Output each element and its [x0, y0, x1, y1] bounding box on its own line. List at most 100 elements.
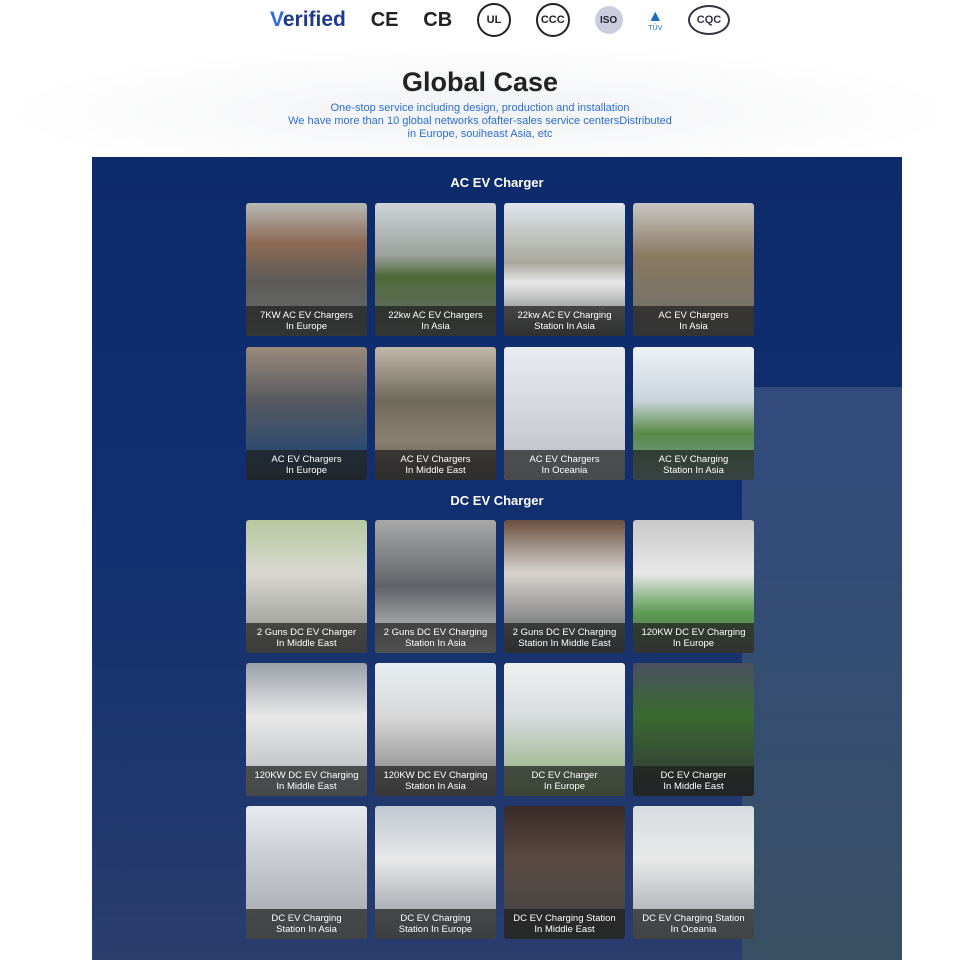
dc-case-card[interactable]: DC EV Charging Station In Europe [375, 806, 496, 939]
caption-line: Station In Asia [405, 638, 466, 649]
certification-logos: Verified CE CB UL CCC ISO ▲ TÜV CQC [270, 0, 730, 40]
caption-line: 22kw AC EV Chargers [388, 310, 483, 321]
case-caption: 2 Guns DC EV Charging Station In Middle E… [504, 623, 625, 653]
caption-line: 2 Guns DC EV Charging [512, 627, 617, 638]
case-caption: DC EV Charging Station In Europe [375, 909, 496, 939]
ac-case-card[interactable]: 22kw AC EV Charging Station In Asia [504, 203, 625, 336]
ac-case-card[interactable]: AC EV Chargers In Asia [633, 203, 754, 336]
caption-line: Station In Asia [405, 781, 466, 792]
case-caption: AC EV Chargers In Oceania [504, 450, 625, 480]
dc-case-card[interactable]: DC EV Charging Station In Middle East [504, 806, 625, 939]
caption-line: In Middle East [663, 781, 724, 792]
caption-line: In Europe [285, 465, 328, 476]
case-caption: DC EV Charging Station In Asia [246, 909, 367, 939]
cqc-logo: CQC [688, 5, 730, 35]
caption-line: 2 Guns DC EV Charging [383, 627, 488, 638]
page-title: Global Case [401, 67, 559, 97]
tuv-label: TÜV [648, 24, 663, 32]
dc-case-card[interactable]: DC EV Charger In Middle East [633, 663, 754, 796]
caption-line: DC EV Charging [271, 913, 342, 924]
case-caption: DC EV Charger In Europe [504, 766, 625, 796]
dc-case-card[interactable]: 120KW DC EV Charging Station In Asia [375, 663, 496, 796]
caption-line: In Europe [672, 638, 715, 649]
caption-line: AC EV Chargers [658, 310, 729, 321]
ce-logo: CE [370, 8, 399, 31]
dc-section-title: DC EV Charger [450, 493, 544, 508]
case-caption: DC EV Charging Station In Middle East [504, 909, 625, 939]
tuv-triangle-icon: ▲ [647, 7, 664, 25]
case-caption: DC EV Charging Station In Oceania [633, 909, 754, 939]
caption-line: AC EV Chargers [271, 454, 342, 465]
ac-case-card[interactable]: 22kw AC EV Chargers In Asia [375, 203, 496, 336]
dc-case-card[interactable]: 120KW DC EV Charging In Middle East [246, 663, 367, 796]
dc-case-grid: 2 Guns DC EV Charger In Middle East 2 Guns… [246, 520, 754, 939]
subtitle-line: We have more than 10 global networks ofa… [288, 115, 672, 127]
caption-line: Station In Asia [534, 321, 595, 332]
case-caption: 120KW DC EV Charging In Europe [633, 623, 754, 653]
dc-case-card[interactable]: 2 Guns DC EV Charger In Middle East [246, 520, 367, 653]
ul-logo: UL [476, 3, 511, 37]
caption-line: In Asia [421, 321, 450, 332]
caption-line: DC EV Charger [660, 770, 727, 781]
case-caption: 22kw AC EV Charging Station In Asia [504, 306, 625, 336]
verified-logo: Verified [270, 8, 346, 31]
ac-section-title: AC EV Charger [450, 175, 544, 190]
case-caption: 2 Guns DC EV Charger In Middle East [246, 623, 367, 653]
ac-case-grid: 7KW AC EV Chargers In Europe 22kw AC EV Ch… [246, 203, 754, 480]
caption-line: 120KW DC EV Charging [383, 770, 488, 781]
dc-case-card[interactable]: DC EV Charging Station In Oceania [633, 806, 754, 939]
case-caption: AC EV Charging Station In Asia [633, 450, 754, 480]
caption-line: In Middle East [276, 781, 337, 792]
cb-logo: CB [423, 8, 453, 31]
ccc-logo: CCC [535, 3, 570, 37]
case-caption: AC EV Chargers In Europe [246, 450, 367, 480]
caption-line: In Europe [543, 781, 586, 792]
case-caption: 7KW AC EV Chargers In Europe [246, 306, 367, 336]
caption-line: DC EV Charging Station [642, 913, 745, 924]
subtitle: One-stop service including design, produ… [0, 102, 960, 141]
caption-line: Station In Middle East [518, 638, 611, 649]
caption-line: AC EV Chargers [400, 454, 471, 465]
caption-line: Station In Europe [398, 924, 473, 935]
case-caption: 120KW DC EV Charging Station In Asia [375, 766, 496, 796]
caption-line: Station In Asia [276, 924, 337, 935]
caption-line: 120KW DC EV Charging [254, 770, 359, 781]
caption-line: In Middle East [405, 465, 466, 476]
caption-line: In Oceania [670, 924, 717, 935]
case-caption: 120KW DC EV Charging In Middle East [246, 766, 367, 796]
caption-line: In Oceania [541, 465, 588, 476]
tuv-logo: ▲ TÜV [647, 7, 664, 32]
dc-case-card[interactable]: 2 Guns DC EV Charging Station In Middle E… [504, 520, 625, 653]
caption-line: 22kw AC EV Charging [517, 310, 612, 321]
case-caption: 2 Guns DC EV Charging Station In Asia [375, 623, 496, 653]
caption-line: 120KW DC EV Charging [641, 627, 746, 638]
case-caption: AC EV Chargers In Asia [633, 306, 754, 336]
caption-line: DC EV Charging [400, 913, 471, 924]
caption-line: In Middle East [276, 638, 337, 649]
caption-line: In Asia [679, 321, 708, 332]
caption-line: In Middle East [534, 924, 595, 935]
caption-line: 7KW AC EV Chargers [260, 310, 353, 321]
dc-case-card[interactable]: DC EV Charger In Europe [504, 663, 625, 796]
case-panel: AC EV Charger 7KW AC EV Chargers In Europ… [92, 157, 902, 960]
iso-logo: ISO [594, 6, 623, 34]
caption-line: AC EV Charging [658, 454, 729, 465]
caption-line: DC EV Charging Station [513, 913, 616, 924]
caption-line: DC EV Charger [531, 770, 598, 781]
ac-case-card[interactable]: AC EV Chargers In Middle East [375, 347, 496, 480]
ac-case-card[interactable]: AC EV Chargers In Europe [246, 347, 367, 480]
ac-case-card[interactable]: 7KW AC EV Chargers In Europe [246, 203, 367, 336]
case-caption: DC EV Charger In Middle East [633, 766, 754, 796]
caption-line: In Europe [285, 321, 328, 332]
caption-line: AC EV Chargers [529, 454, 600, 465]
dc-case-card[interactable]: 2 Guns DC EV Charging Station In Asia [375, 520, 496, 653]
subtitle-line: in Europe, souiheast Asia, etc [407, 128, 553, 140]
ac-case-card[interactable]: AC EV Chargers In Oceania [504, 347, 625, 480]
dc-case-card[interactable]: DC EV Charging Station In Asia [246, 806, 367, 939]
dc-case-card[interactable]: 120KW DC EV Charging In Europe [633, 520, 754, 653]
case-caption: AC EV Chargers In Middle East [375, 450, 496, 480]
caption-line: Station In Asia [663, 465, 724, 476]
subtitle-line: One-stop service including design, produ… [330, 102, 630, 114]
case-caption: 22kw AC EV Chargers In Asia [375, 306, 496, 336]
ac-case-card[interactable]: AC EV Charging Station In Asia [633, 347, 754, 480]
